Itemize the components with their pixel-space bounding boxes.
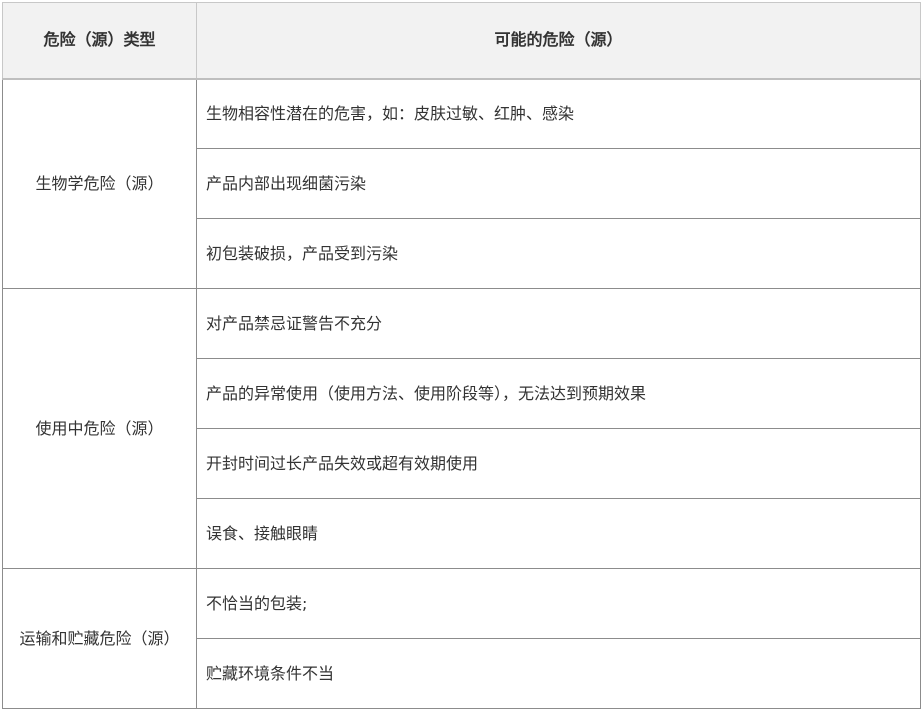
hazard-cell: 初包装破损，产品受到污染 bbox=[196, 218, 921, 289]
category-cell-transport-storage: 运输和贮藏危险（源） bbox=[2, 568, 197, 709]
hazard-cell: 对产品禁忌证警告不充分 bbox=[196, 288, 921, 359]
hazard-cell: 产品的异常使用（使用方法、使用阶段等），无法达到预期效果 bbox=[196, 358, 921, 429]
table-row: 运输和贮藏危险（源） 不恰当的包装; bbox=[2, 568, 921, 709]
category-cell-in-use: 使用中危险（源） bbox=[2, 288, 197, 569]
hazard-cell: 不恰当的包装; bbox=[196, 568, 921, 639]
table-row: 生物学危险（源） 生物相容性潜在的危害，如：皮肤过敏、红肿、感染 bbox=[2, 78, 921, 289]
header-hazard-type: 危险（源）类型 bbox=[2, 2, 197, 80]
header-possible-hazards: 可能的危险（源） bbox=[196, 2, 921, 80]
table-row: 使用中危险（源） 对产品禁忌证警告不充分 bbox=[2, 288, 921, 569]
hazard-cell: 误食、接触眼睛 bbox=[196, 498, 921, 569]
hazard-cell: 生物相容性潜在的危害，如：皮肤过敏、红肿、感染 bbox=[196, 78, 921, 149]
category-cell-biological: 生物学危险（源） bbox=[2, 78, 197, 289]
hazard-table: 危险（源）类型 可能的危险（源） 生物学危险（源） 生物相容性潜在的危害，如：皮… bbox=[2, 2, 921, 709]
table-header: 危险（源）类型 可能的危险（源） bbox=[2, 2, 921, 80]
hazard-cell: 产品内部出现细菌污染 bbox=[196, 148, 921, 219]
hazard-cell: 贮藏环境条件不当 bbox=[196, 638, 921, 709]
table-body: 生物学危险（源） 生物相容性潜在的危害，如：皮肤过敏、红肿、感染 产品内部出现细… bbox=[2, 78, 921, 709]
hazard-cell: 开封时间过长产品失效或超有效期使用 bbox=[196, 428, 921, 499]
header-row: 危险（源）类型 可能的危险（源） bbox=[2, 2, 921, 80]
